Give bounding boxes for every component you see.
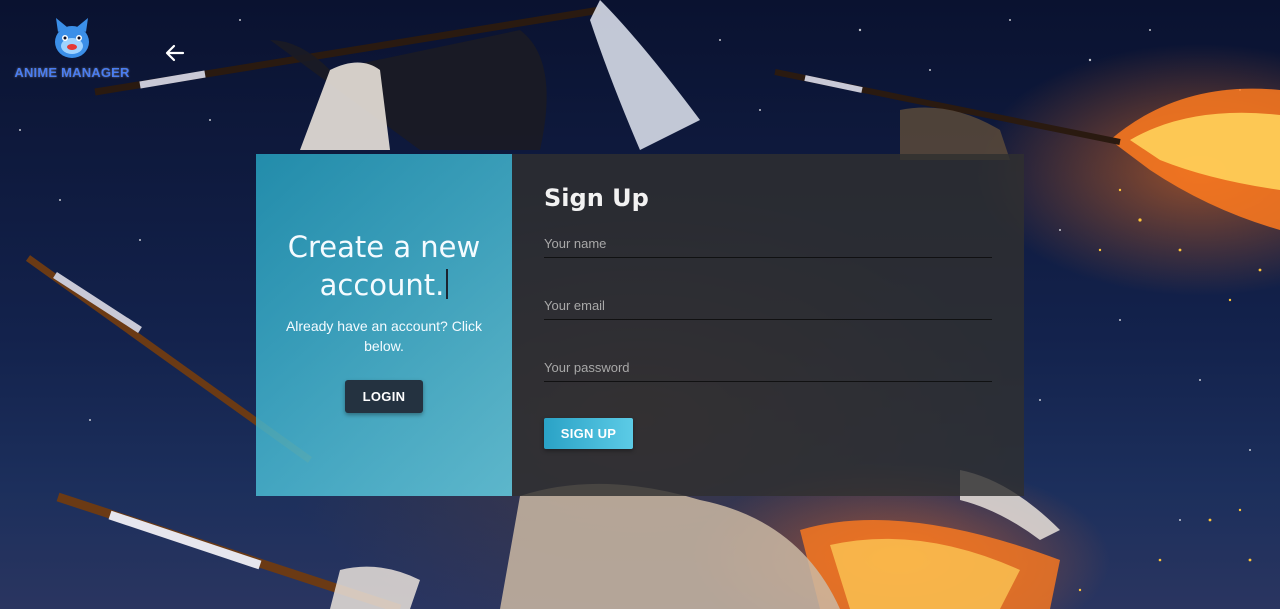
signup-card: Create a new account. Already have an ac…	[256, 154, 1024, 496]
promo-title-text: Create a new account.	[287, 230, 481, 302]
promo-subtitle: Already have an account? Click below.	[285, 318, 483, 354]
promo-title: Create a new account.	[274, 228, 494, 304]
email-field-wrapper	[544, 284, 992, 346]
name-input[interactable]	[544, 222, 992, 258]
back-button[interactable]	[160, 38, 190, 68]
blue-mascot-icon	[55, 18, 89, 58]
app-logo[interactable]: ANIME MANAGER	[14, 16, 129, 86]
login-promo-panel: Create a new account. Already have an ac…	[256, 154, 512, 496]
logo-text: ANIME MANAGER	[14, 65, 130, 80]
text-caret	[446, 269, 449, 299]
login-button[interactable]: LOGIN	[345, 380, 423, 413]
signup-form-panel: Sign Up SIGN UP	[512, 154, 1024, 496]
signup-form: SIGN UP	[544, 222, 992, 449]
signup-title: Sign Up	[544, 184, 649, 212]
signup-button[interactable]: SIGN UP	[544, 418, 633, 449]
name-field-wrapper	[544, 222, 992, 284]
arrow-left-icon	[165, 44, 185, 62]
password-input[interactable]	[544, 346, 992, 382]
password-field-wrapper	[544, 346, 992, 408]
email-input[interactable]	[544, 284, 992, 320]
